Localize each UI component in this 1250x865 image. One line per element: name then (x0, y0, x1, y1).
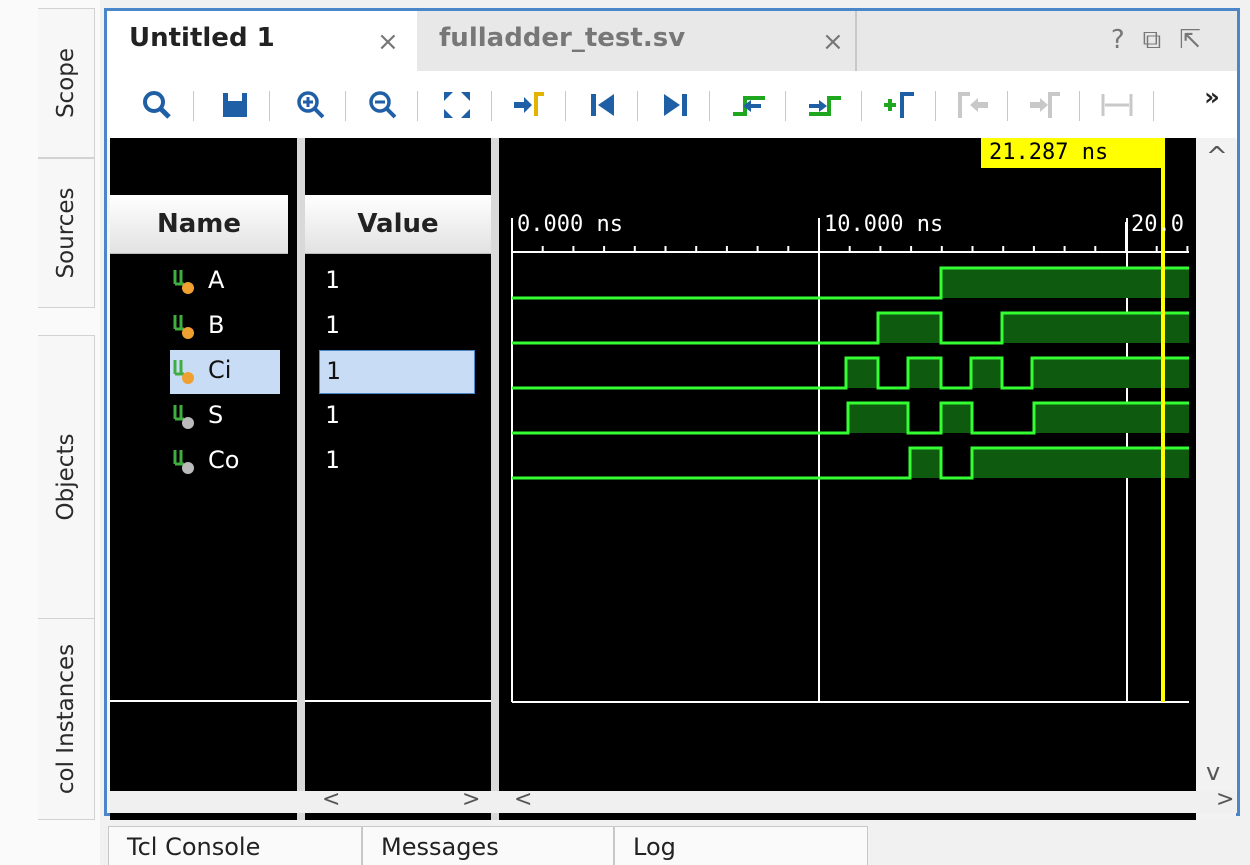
value-text: 1 (325, 266, 340, 294)
cursor-time-label: 21.287 ns (981, 138, 1161, 168)
name-pane: Name A B Ci S Co (110, 138, 297, 820)
add-marker-icon[interactable] (879, 85, 919, 125)
next-marker-icon[interactable] (1025, 85, 1065, 125)
value-wave-splitter[interactable] (491, 138, 499, 820)
scroll-down-icon[interactable]: v (1206, 758, 1220, 786)
tab-scope[interactable]: Scope (38, 8, 95, 158)
waveform-a (512, 266, 1189, 300)
tab-objects[interactable]: Objects (38, 335, 95, 619)
value-scroll-left-icon[interactable]: < (322, 787, 340, 812)
zoom-out-icon[interactable] (363, 85, 403, 125)
time-label: 0.000 ns (517, 212, 623, 237)
name-column-header[interactable]: Name (110, 195, 288, 254)
signal-row-co[interactable]: Co (110, 440, 297, 484)
tab-messages[interactable]: Messages (362, 826, 614, 865)
help-icon[interactable]: ? (1111, 25, 1143, 55)
horizontal-scroll-strip: < > < > (110, 787, 1236, 813)
tab-fulladder-test[interactable]: fulladder_test.sv × (417, 11, 857, 71)
value-text: 1 (325, 401, 340, 429)
value-text: 1 (325, 446, 340, 474)
waveform-s (512, 401, 1189, 435)
tab-sources-label: Sources (53, 187, 79, 279)
waveform-canvas[interactable] (499, 138, 1196, 820)
signal-value-s: 1 (319, 395, 475, 439)
waveform-ci (512, 356, 1189, 390)
value-text: 1 (325, 311, 340, 339)
output-signal-icon (173, 450, 194, 474)
go-to-time-zero-icon[interactable] (583, 85, 623, 125)
signal-value-ci[interactable]: 1 (319, 350, 475, 394)
signal-row-b[interactable]: B (110, 305, 297, 349)
wave-toolbar: » (107, 71, 1237, 139)
signal-name: B (208, 311, 225, 339)
tab-label: Untitled 1 (129, 23, 275, 53)
vertical-scrollbar[interactable]: ^ v (1196, 138, 1236, 820)
input-signal-icon (173, 360, 194, 384)
toolbar-overflow-icon[interactable]: » (1192, 77, 1232, 117)
output-signal-icon (173, 405, 194, 429)
tab-untitled-1[interactable]: Untitled 1 × (107, 11, 417, 71)
waveform-co (512, 446, 1189, 480)
tab-label: fulladder_test.sv (439, 23, 686, 53)
input-signal-icon (173, 315, 194, 339)
scroll-up-icon[interactable]: ^ (1206, 142, 1228, 172)
waveform-b (512, 311, 1189, 345)
save-icon[interactable] (215, 85, 255, 125)
next-transition-icon[interactable] (805, 85, 845, 125)
close-icon[interactable]: × (822, 27, 844, 57)
previous-marker-icon[interactable] (953, 85, 993, 125)
go-to-last-time-icon[interactable] (655, 85, 695, 125)
signal-name: A (208, 266, 225, 294)
left-dock: Scope Sources Objects col Instances (0, 0, 100, 865)
signal-row-ci[interactable]: Ci (110, 350, 297, 394)
input-signal-icon (173, 270, 194, 294)
tab-protocol-instances-label: col Instances (53, 643, 79, 795)
signal-value-b: 1 (319, 305, 475, 349)
document-tab-bar: Untitled 1 × fulladder_test.sv × ?⧉⇱ (107, 11, 1237, 71)
zoom-fit-icon[interactable] (437, 85, 477, 125)
tab-protocol-instances[interactable]: col Instances (38, 618, 95, 820)
signal-row-a[interactable]: A (110, 260, 297, 304)
tab-log[interactable]: Log (614, 826, 868, 865)
tab-scope-label: Scope (53, 47, 79, 119)
signal-value-co: 1 (319, 440, 475, 484)
time-label: 10.000 ns (824, 212, 944, 237)
close-icon[interactable]: × (377, 27, 399, 57)
signal-name: Ci (208, 356, 232, 384)
previous-transition-icon[interactable] (729, 85, 769, 125)
tab-sources[interactable]: Sources (38, 158, 95, 308)
value-pane: Value 1 1 1 1 1 (305, 138, 491, 820)
maximize-icon[interactable]: ⇱ (1179, 25, 1219, 55)
value-scroll-right-icon[interactable]: > (462, 787, 480, 812)
wave-scroll-right-icon[interactable]: > (1216, 787, 1234, 812)
restore-icon[interactable]: ⧉ (1143, 25, 1180, 55)
value-text: 1 (326, 357, 341, 385)
name-value-splitter[interactable] (297, 138, 305, 820)
go-to-cursor-icon[interactable] (509, 85, 549, 125)
zoom-in-icon[interactable] (291, 85, 331, 125)
signal-value-a: 1 (319, 260, 475, 304)
signal-row-s[interactable]: S (110, 395, 297, 439)
waveform-pane: 21.287 ns 0.000 ns 10.000 ns 20.0 (499, 138, 1196, 820)
wave-scroll-left-icon[interactable]: < (514, 787, 532, 812)
time-label: 20.0 (1131, 212, 1184, 237)
signal-name: S (208, 401, 224, 429)
tab-tcl-console[interactable]: Tcl Console (108, 826, 362, 865)
tab-objects-label: Objects (53, 433, 79, 521)
swap-cursors-icon[interactable] (1097, 85, 1137, 125)
search-icon[interactable] (137, 85, 177, 125)
value-column-header[interactable]: Value (305, 195, 491, 254)
signal-name: Co (208, 446, 240, 474)
window-controls: ?⧉⇱ (1111, 25, 1219, 56)
waveform-window: Untitled 1 × fulladder_test.sv × ?⧉⇱ » N… (104, 8, 1240, 820)
